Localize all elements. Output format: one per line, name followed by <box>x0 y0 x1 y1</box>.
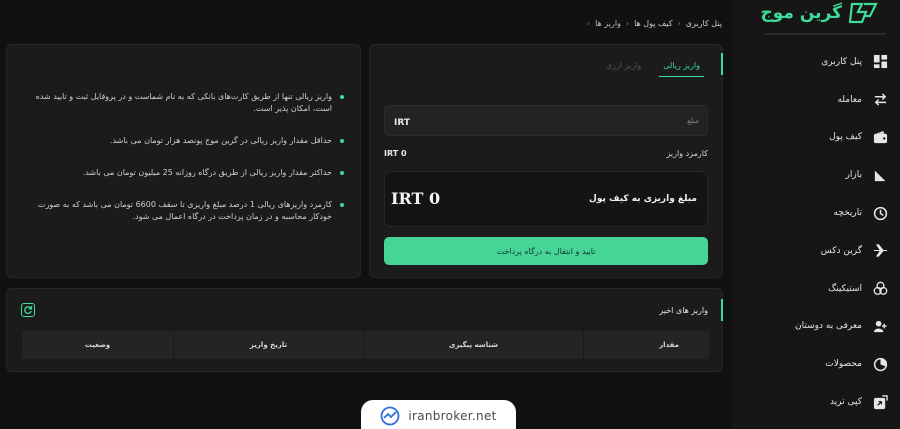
deposit-card: واریز ریالی واریز ارزی مبلغ IRT کارمزد و… <box>369 44 723 278</box>
sidebar-item-label: گرین دکس <box>820 245 862 256</box>
deposit-tabs: واریز ریالی واریز ارزی <box>602 57 704 77</box>
info-item: حداکثر مقدار واریز ریالی از طریق درگاه ر… <box>26 167 344 179</box>
tab-crypto-deposit[interactable]: واریز ارزی <box>602 57 645 77</box>
breadcrumb: پنل کاربری ‹ کیف پول ها ‹ واریز ها ‹ <box>587 19 722 28</box>
amount-label: مبلغ <box>687 117 699 125</box>
sidebar-item-label: محصولات <box>825 359 862 370</box>
copy-trade-icon <box>872 394 888 410</box>
info-item: واریز ریالی تنها از طریق کارت‌های بانکی … <box>26 91 344 115</box>
refresh-icon <box>24 306 33 315</box>
swap-arrows-icon <box>872 92 888 108</box>
info-list: واریز ریالی تنها از طریق کارت‌های بانکی … <box>26 91 344 243</box>
sidebar-item-wallet[interactable]: کیف پول <box>732 119 900 157</box>
wallet-icon <box>872 129 888 145</box>
breadcrumb-item-deposits: واریز ها <box>595 19 621 28</box>
sidebar-item-label: معرفی به دوستان <box>795 321 862 332</box>
sidebar-item-trade[interactable]: معامله <box>732 81 900 119</box>
recent-deposits-card: واریز های اخیر مقدار شناسه پیگیری تاریخ … <box>6 288 723 372</box>
sidebar-item-green-dex[interactable]: گرین دکس <box>732 232 900 270</box>
info-item: کارمزد واریزهای ریالی 1 درصد مبلغ واریزی… <box>26 199 344 223</box>
sidebar-item-copy-trade[interactable]: کپی ترید <box>732 383 900 421</box>
watermark-text: iranbroker.net <box>408 409 497 423</box>
sidebar-nav: پنل کاربری معامله کیف پول بازار تاریخچه <box>732 43 900 421</box>
sidebar-item-label: کیف پول <box>829 132 862 143</box>
broker-logo-icon <box>380 406 400 426</box>
breadcrumb-separator: ‹ <box>586 19 591 28</box>
amount-input[interactable]: مبلغ IRT <box>384 105 708 136</box>
sidebar: گرین موج پنل کاربری معامله کیف پول بازار… <box>732 0 900 429</box>
table-header: مقدار شناسه پیگیری تاریخ واریز وضعیت <box>21 331 709 359</box>
column-header-tracking-id: شناسه پیگیری <box>363 331 583 359</box>
fee-label: کارمزد واریز <box>666 149 708 158</box>
watermark: iranbroker.net <box>361 400 516 429</box>
sidebar-item-referral[interactable]: معرفی به دوستان <box>732 308 900 346</box>
card-accent <box>721 53 723 75</box>
column-header-status: وضعیت <box>21 331 173 359</box>
breadcrumb-item-panel[interactable]: پنل کاربری <box>686 19 722 28</box>
sidebar-item-label: معامله <box>837 94 862 105</box>
breadcrumb-separator: ‹ <box>677 19 681 28</box>
info-card: واریز ریالی تنها از طریق کارت‌های بانکی … <box>6 44 361 278</box>
fee-value: IRT 0 <box>384 149 407 158</box>
market-arrow-icon <box>872 167 888 183</box>
plane-icon <box>872 243 888 259</box>
products-icon <box>872 356 888 372</box>
refresh-button[interactable] <box>21 303 35 317</box>
sidebar-item-label: تاریخچه <box>833 208 862 219</box>
total-label: مبلغ واریزی به کیف پول <box>589 194 697 204</box>
total-box: مبلغ واریزی به کیف پول IRT 0 <box>384 171 708 227</box>
sidebar-item-label: پنل کاربری <box>821 56 862 67</box>
brand-name: گرین موج <box>760 3 843 23</box>
column-header-amount: مقدار <box>583 331 709 359</box>
breadcrumb-separator: ‹ <box>625 19 630 28</box>
sidebar-item-staking[interactable]: استیکینگ <box>732 270 900 308</box>
amount-currency: IRT <box>394 118 411 128</box>
breadcrumb-item-wallets[interactable]: کیف پول ها <box>634 19 672 28</box>
sidebar-item-label: کپی ترید <box>829 397 862 408</box>
history-clock-icon <box>872 205 888 221</box>
staking-circles-icon <box>872 281 888 297</box>
column-header-date: تاریخ واریز <box>173 331 363 359</box>
referral-users-icon <box>872 318 888 334</box>
total-value: IRT 0 <box>391 189 441 208</box>
sidebar-item-history[interactable]: تاریخچه <box>732 194 900 232</box>
sidebar-item-dashboard[interactable]: پنل کاربری <box>732 43 900 81</box>
dashboard-icon <box>872 54 888 70</box>
card-accent <box>721 299 723 321</box>
recent-deposits-title: واریز های اخیر <box>659 306 708 315</box>
brand-logo[interactable]: گرین موج <box>761 0 879 26</box>
sidebar-item-products[interactable]: محصولات <box>732 345 900 383</box>
tab-rial-deposit[interactable]: واریز ریالی <box>659 57 704 77</box>
info-item: حداقل مقدار واریز ریالی در گرین موج پونص… <box>26 135 344 147</box>
logo-icon <box>848 2 878 24</box>
sidebar-item-label: استیکینگ <box>828 283 862 294</box>
sidebar-item-label: بازار <box>845 170 862 181</box>
sidebar-item-market[interactable]: بازار <box>732 156 900 194</box>
logo-divider <box>764 33 886 35</box>
submit-payment-button[interactable]: تایید و انتقال به درگاه پرداخت <box>384 237 708 265</box>
